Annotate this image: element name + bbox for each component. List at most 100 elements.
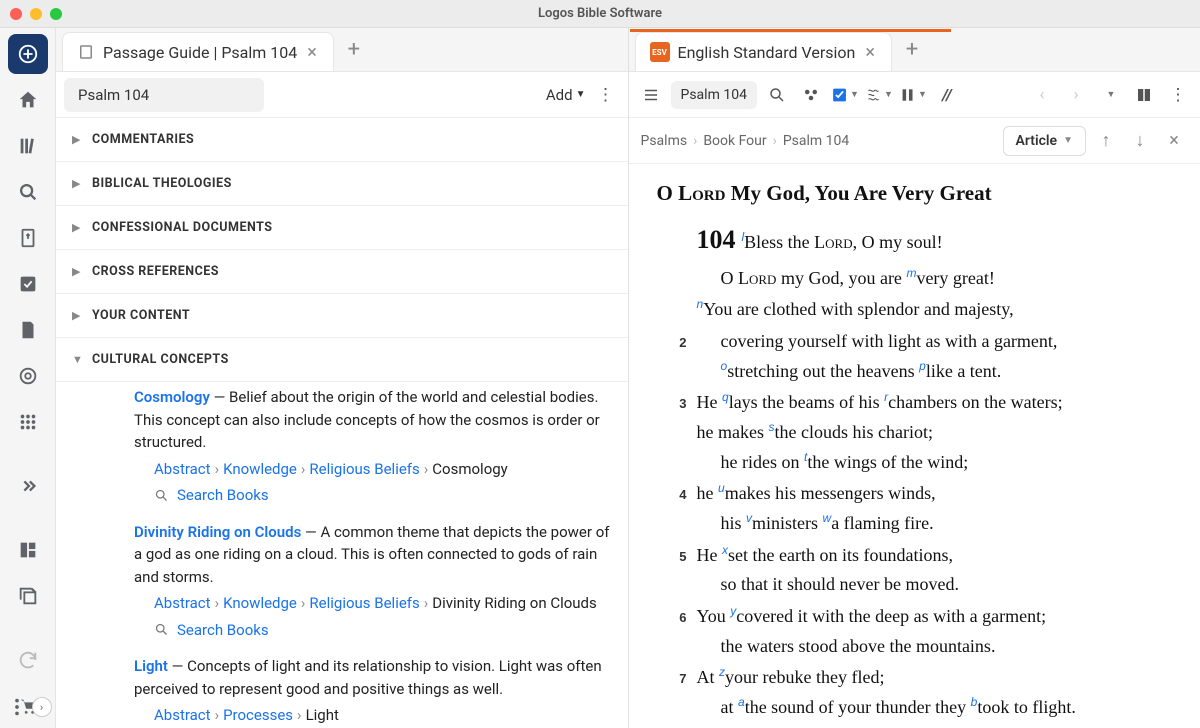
bc-link[interactable]: Abstract: [154, 706, 211, 724]
zoom-window[interactable]: [50, 8, 62, 20]
nav-menu-icon[interactable]: ▼: [1096, 81, 1124, 109]
footnote-marker[interactable]: o: [721, 359, 728, 373]
footnote-marker[interactable]: x: [722, 543, 728, 557]
verse-text: He qlays the beams of his rchambers on t…: [687, 388, 1173, 477]
close-icon[interactable]: ×: [305, 42, 319, 63]
search-books-link[interactable]: Search Books: [154, 484, 612, 507]
verse-text: You ycovered it with the deep as with a …: [687, 602, 1173, 661]
add-tab-button[interactable]: +: [334, 28, 374, 71]
verse-number: 5: [657, 541, 687, 600]
split-icon[interactable]: [1130, 81, 1158, 109]
search-icon[interactable]: [763, 81, 791, 109]
crumb[interactable]: Psalm 104: [783, 133, 849, 149]
footnote-marker[interactable]: w: [823, 511, 832, 525]
crumb[interactable]: Psalms: [641, 133, 688, 149]
close-icon[interactable]: ×: [863, 42, 877, 63]
section-your-content[interactable]: ▶YOUR CONTENT: [56, 294, 628, 338]
crumb[interactable]: Book Four: [703, 133, 766, 149]
section-cultural-concepts[interactable]: ▼ CULTURAL CONCEPTS: [56, 338, 628, 382]
footnote-marker[interactable]: a: [738, 695, 745, 709]
verse-row: 104lBless the Lord, O my soul!: [657, 219, 1173, 262]
footnote-marker[interactable]: s: [768, 420, 774, 434]
section-confessional-documents[interactable]: ▶CONFESSIONAL DOCUMENTS: [56, 206, 628, 250]
section-title: CULTURAL CONCEPTS: [92, 352, 229, 367]
rail-library-icon[interactable]: [8, 126, 48, 166]
footnote-marker[interactable]: r: [884, 390, 888, 404]
concept-desc: — Concepts of light and its relationship…: [134, 657, 602, 698]
footnote-marker[interactable]: u: [718, 481, 725, 495]
interlinear-icon[interactable]: ▼: [865, 81, 893, 109]
footnote-marker[interactable]: t: [804, 450, 807, 464]
close-window[interactable]: [10, 8, 22, 20]
section-biblical-theologies[interactable]: ▶BIBLICAL THEOLOGIES: [56, 162, 628, 206]
contents-icon[interactable]: [637, 81, 665, 109]
close-locator-icon[interactable]: ×: [1160, 127, 1188, 155]
add-button[interactable]: Add▼: [546, 86, 586, 104]
footnote-marker[interactable]: v: [746, 511, 752, 525]
verse-text: At zyour rebuke they fled;at athe sound …: [687, 663, 1173, 722]
add-tab-button[interactable]: +: [892, 28, 932, 71]
section-cross-references[interactable]: ▶CROSS REFERENCES: [56, 250, 628, 294]
bc-link[interactable]: Religious Beliefs: [309, 460, 419, 478]
concept-breadcrumb: Abstract›Knowledge›Religious Beliefs›Cos…: [154, 458, 612, 481]
guide-icon: [77, 43, 95, 61]
down-arrow-icon[interactable]: ↓: [1126, 127, 1154, 155]
minimize-window[interactable]: [30, 8, 42, 20]
footnote-marker[interactable]: z: [719, 665, 725, 679]
concept-item: Cosmology — Belief about the origin of t…: [134, 386, 612, 507]
rail-copy-icon[interactable]: [8, 576, 48, 616]
concept-link[interactable]: Divinity Riding on Clouds: [134, 523, 301, 541]
footnote-marker[interactable]: m: [906, 266, 916, 280]
columns-icon[interactable]: ▼: [899, 81, 927, 109]
passage-heading: O Lord My God, You Are Very Great: [657, 176, 1173, 211]
rail-logo[interactable]: [8, 34, 48, 74]
rail-checklist-icon[interactable]: [8, 264, 48, 304]
rail-sync-icon[interactable]: [8, 640, 48, 680]
footnote-marker[interactable]: q: [722, 390, 729, 404]
bc-link[interactable]: Processes: [223, 706, 293, 724]
bc-link[interactable]: Knowledge: [223, 594, 297, 612]
check-icon[interactable]: ▼: [831, 81, 859, 109]
rail-document-icon[interactable]: [8, 310, 48, 350]
concept-link[interactable]: Light: [134, 657, 168, 675]
nav-forward-icon[interactable]: ›: [1062, 81, 1090, 109]
concept-link[interactable]: Cosmology: [134, 388, 210, 406]
parallel-icon[interactable]: //: [933, 81, 961, 109]
bc-link[interactable]: Religious Beliefs: [309, 594, 419, 612]
search-books-link[interactable]: Search Books: [154, 619, 612, 642]
visual-filters-icon[interactable]: [797, 81, 825, 109]
chevron-down-icon: ▼: [72, 353, 86, 366]
footnote-marker[interactable]: b: [971, 695, 978, 709]
nav-back-icon[interactable]: ‹: [1028, 81, 1056, 109]
rail-search-icon[interactable]: [8, 172, 48, 212]
rail-layouts-icon[interactable]: [8, 530, 48, 570]
more-icon[interactable]: ⋮: [592, 81, 620, 109]
rail-expand-icon[interactable]: [8, 466, 48, 506]
up-arrow-icon[interactable]: ↑: [1092, 127, 1120, 155]
rail-bible-icon[interactable]: [8, 218, 48, 258]
bc-link[interactable]: Abstract: [154, 460, 211, 478]
verse-number: 6: [657, 602, 687, 661]
rail-tools-icon[interactable]: [8, 402, 48, 442]
more-icon[interactable]: ⋮: [1164, 81, 1192, 109]
bc-link[interactable]: Abstract: [154, 594, 211, 612]
rail-more-icon[interactable]: [4, 694, 30, 720]
tab-label: Passage Guide | Psalm 104: [103, 43, 297, 62]
tab-passage-guide[interactable]: Passage Guide | Psalm 104 ×: [62, 32, 334, 71]
bc-link[interactable]: Knowledge: [223, 460, 297, 478]
footnote-marker[interactable]: n: [697, 297, 704, 311]
footnote-marker[interactable]: y: [730, 604, 736, 618]
rail-guides-icon[interactable]: [8, 356, 48, 396]
tab-esv[interactable]: ESV English Standard Version ×: [635, 32, 892, 71]
passage-guide-pane: Passage Guide | Psalm 104 × + Psalm 104 …: [56, 28, 629, 728]
reference-input[interactable]: Psalm 104: [64, 78, 264, 112]
reference-input[interactable]: Psalm 104: [671, 81, 757, 109]
footnote-marker[interactable]: l: [742, 230, 745, 244]
section-commentaries[interactable]: ▶COMMENTARIES: [56, 118, 628, 162]
verse-row: nYou are clothed with splendor and majes…: [657, 295, 1173, 325]
footnote-marker[interactable]: p: [919, 359, 926, 373]
rail-home-icon[interactable]: [8, 80, 48, 120]
rail-next-icon[interactable]: ›: [32, 697, 52, 717]
view-mode-select[interactable]: Article▼: [1003, 126, 1086, 156]
right-toolbar: Psalm 104 ▼ ▼ ▼ // ‹ › ▼ ⋮: [629, 72, 1200, 118]
